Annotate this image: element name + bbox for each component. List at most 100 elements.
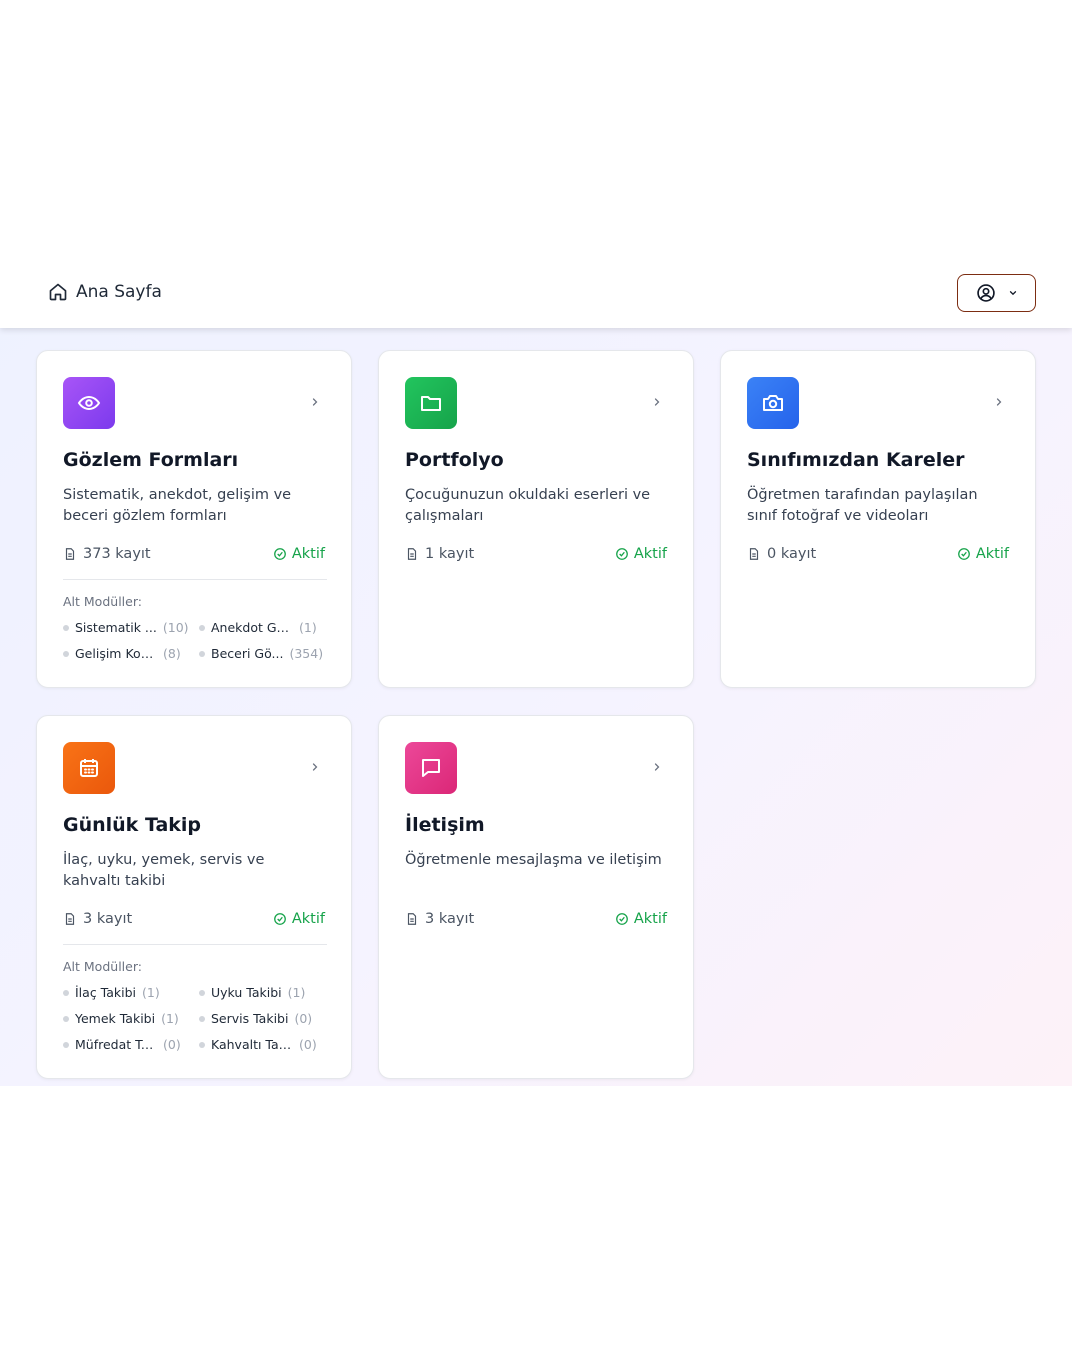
calendar-icon — [80, 759, 98, 777]
submodule-item[interactable]: Servis Takibi (0) — [199, 1010, 327, 1027]
card-description: Sistematik, anekdot, gelişim ve beceri g… — [63, 487, 292, 524]
status-badge: Aktif — [273, 546, 325, 562]
chevron-right-icon[interactable] — [309, 395, 321, 409]
card-title: Portfolyo — [405, 449, 504, 471]
chevron-right-icon[interactable] — [993, 395, 1005, 409]
document-icon — [407, 548, 417, 560]
check-circle-icon — [615, 913, 628, 925]
card-title: Gözlem Formları — [63, 449, 239, 471]
record-count-text: 373 kayıt — [83, 546, 151, 562]
submodule-item[interactable]: Uyku Takibi (1) — [199, 984, 327, 1001]
bullet — [199, 624, 205, 631]
bullet — [63, 989, 69, 996]
app-frame: Ana Sayfa Gözlem Formları Sistematik, an… — [0, 264, 1072, 1086]
home-icon — [49, 283, 67, 301]
document-icon — [65, 548, 75, 560]
chevron-right-icon[interactable] — [651, 760, 663, 774]
submodule-item[interactable]: İlaç Takibi (1) — [63, 984, 199, 1001]
submodule-count: (0) — [294, 1011, 313, 1026]
folder-icon — [421, 396, 441, 411]
record-count: 3 kayıt — [405, 911, 474, 927]
user-menu-button[interactable] — [957, 274, 1036, 312]
submodule-name: İlaç Takibi — [75, 985, 137, 1000]
module-card-iletisim[interactable]: İletişim Öğretmenle mesajlaşma ve iletiş… — [378, 715, 694, 1079]
record-count-text: 0 kayıt — [767, 546, 817, 562]
chevron-right-icon[interactable] — [309, 760, 321, 774]
module-card-portfolyo[interactable]: Portfolyo Çocuğunuzun okuldaki eserleri … — [378, 350, 694, 688]
status-badge: Aktif — [615, 546, 667, 562]
submodule-count: (1) — [142, 985, 160, 1000]
bullet — [63, 650, 69, 657]
submodule-name: Sistematik ... — [75, 620, 157, 635]
camera-icon — [763, 395, 783, 411]
status-badge: Aktif — [273, 911, 325, 927]
submodule-count: (354) — [289, 646, 324, 661]
status-badge: Aktif — [957, 546, 1009, 562]
bullet — [63, 624, 69, 631]
submodule-item[interactable]: Kahvaltı Tak... (0) — [199, 1036, 327, 1053]
submodule-name: Beceri Gö... — [211, 646, 284, 661]
module-card-gozlem[interactable]: Gözlem Formları Sistematik, anekdot, gel… — [36, 350, 352, 688]
submodule-name: Kahvaltı Tak... — [211, 1037, 293, 1052]
submodule-count: (0) — [299, 1037, 317, 1052]
submodule-item[interactable]: Gelişim Kon... (8) — [63, 645, 199, 662]
document-icon — [407, 913, 417, 925]
record-count-text: 3 kayıt — [83, 911, 133, 927]
submodule-count: (1) — [161, 1011, 179, 1026]
bullet — [199, 1015, 205, 1022]
module-tile — [63, 742, 115, 794]
submodule-count: (1) — [299, 620, 317, 635]
status-text: Aktif — [975, 546, 1009, 562]
card-description: Öğretmenle mesajlaşma ve iletişim — [405, 852, 662, 868]
divider — [63, 944, 327, 945]
bullet — [63, 1015, 69, 1022]
record-count: 373 kayıt — [63, 546, 151, 562]
submodule-item[interactable]: Müfredat Ta... (0) — [63, 1036, 199, 1053]
bullet — [63, 1041, 69, 1048]
submodule-count: (8) — [163, 646, 181, 661]
submodule-count: (1) — [287, 985, 306, 1000]
record-count: 1 kayıt — [405, 546, 474, 562]
submodule-list: Sistematik ... (10) Anekdot Göz... (1) Gel… — [63, 619, 327, 662]
submodule-name: Gelişim Kon... — [75, 646, 157, 661]
module-tile — [405, 742, 457, 794]
bullet — [199, 650, 205, 657]
submodule-name: Servis Takibi — [211, 1011, 289, 1026]
card-title: İletişim — [405, 814, 485, 836]
record-count-text: 1 kayıt — [425, 546, 475, 562]
submodule-item[interactable]: Yemek Takibi (1) — [63, 1010, 199, 1027]
record-count: 0 kayıt — [747, 546, 816, 562]
chevron-right-icon[interactable] — [651, 395, 663, 409]
module-tile — [405, 377, 457, 429]
status-badge: Aktif — [615, 911, 667, 927]
submodule-name: Müfredat Ta... — [75, 1037, 157, 1052]
home-link[interactable]: Ana Sayfa — [48, 282, 162, 302]
status-text: Aktif — [633, 546, 667, 562]
module-card-gunluk-takip[interactable]: Günlük Takip İlaç, uyku, yemek, servis v… — [36, 715, 352, 1079]
status-text: Aktif — [633, 911, 667, 927]
card-description: İlaç, uyku, yemek, servis ve kahvaltı ta… — [63, 852, 265, 889]
card-description: Çocuğunuzun okuldaki eserleri ve çalışma… — [405, 487, 651, 524]
top-bar: Ana Sayfa — [0, 264, 1072, 328]
submodules-heading: Alt Modüller: — [63, 594, 142, 609]
submodules-heading: Alt Modüller: — [63, 959, 142, 974]
submodule-item[interactable]: Sistematik ... (10) — [63, 619, 199, 636]
module-tile — [747, 377, 799, 429]
submodule-item[interactable]: Anekdot Göz... (1) — [199, 619, 327, 636]
check-circle-icon — [957, 548, 970, 560]
record-count: 3 kayıt — [63, 911, 132, 927]
card-title: Günlük Takip — [63, 814, 202, 836]
check-circle-icon — [273, 913, 286, 925]
bullet — [199, 1041, 205, 1048]
submodule-name: Yemek Takibi — [75, 1011, 156, 1026]
module-card-kareler[interactable]: Sınıfımızdan Kareler Öğretmen tarafından… — [720, 350, 1036, 688]
divider — [63, 579, 327, 580]
submodule-item[interactable]: Beceri Gö... (354) — [199, 645, 327, 662]
status-text: Aktif — [291, 911, 325, 927]
check-circle-icon — [615, 548, 628, 560]
eye-icon — [77, 395, 101, 411]
message-icon — [422, 759, 440, 777]
record-count-text: 3 kayıt — [425, 911, 475, 927]
user-circle-icon — [976, 284, 995, 302]
submodule-name: Uyku Takibi — [211, 985, 282, 1000]
